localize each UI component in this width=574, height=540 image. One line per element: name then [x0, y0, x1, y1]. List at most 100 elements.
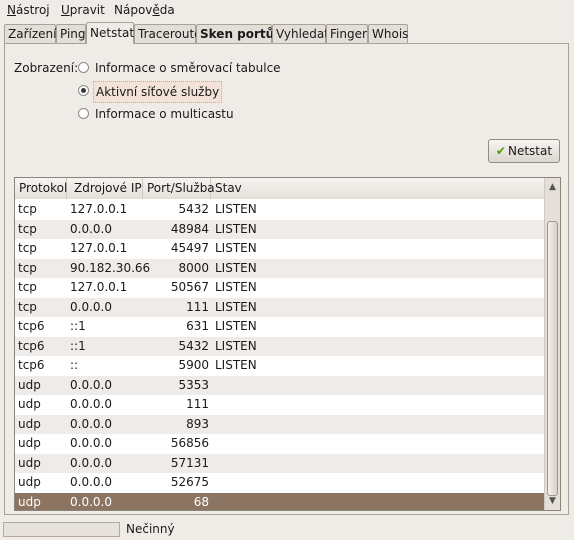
table-cell: 50567 — [170, 280, 209, 294]
progress-bar — [3, 522, 120, 537]
netstat-panel: Zobrazení: Informace o směrovací tabulce… — [4, 43, 569, 515]
table-cell: 0.0.0.0 — [70, 475, 112, 489]
table-cell: 0.0.0.0 — [70, 436, 112, 450]
table-cell: :: — [70, 358, 79, 372]
tab-zarizeni[interactable]: Zařízení — [4, 24, 56, 43]
table-cell: 5432 — [178, 202, 209, 216]
menu-nastroj[interactable]: Nástroj — [7, 3, 50, 17]
table-row[interactable]: tcp6::1 5432 LISTEN — [15, 336, 546, 356]
radio-icon[interactable] — [78, 85, 89, 96]
table-cell: tcp — [18, 280, 37, 294]
table-cell: 8000 — [178, 260, 209, 275]
table-row[interactable]: tcp 0.0.0.0 48984 LISTEN — [15, 219, 546, 239]
table-cell: udp — [18, 455, 41, 470]
check-icon: ✔ — [495, 144, 506, 158]
scroll-down-icon[interactable]: ▼ — [546, 494, 559, 508]
status-text: Nečinný — [126, 522, 175, 536]
table-row[interactable]: udp 0.0.0.0 52675 — [15, 473, 546, 492]
table-cell: 5353 — [178, 377, 209, 392]
table-cell: 893 — [186, 416, 209, 431]
col-port-sluzba[interactable]: Port/Služba — [143, 178, 215, 199]
netstat-button[interactable]: ✔ Netstat — [488, 139, 560, 163]
table-cell: LISTEN — [215, 260, 257, 275]
table-cell: LISTEN — [215, 358, 257, 372]
table-row[interactable]: udp 0.0.0.0 56856 — [15, 434, 546, 453]
tab-finger[interactable]: Finger — [326, 24, 368, 43]
table-row[interactable]: tcp6::1 631 LISTEN — [15, 317, 546, 336]
table-cell: 127.0.0.1 — [70, 202, 128, 216]
table-cell: udp — [18, 397, 41, 411]
table-cell: LISTEN — [215, 338, 257, 353]
table-row[interactable]: tcp 90.182.30.66 8000 LISTEN — [15, 258, 546, 278]
table-cell: 0.0.0.0 — [70, 221, 112, 236]
table-cell: tcp — [18, 202, 37, 216]
table-cell: 127.0.0.1 — [70, 280, 128, 294]
table-cell: tcp — [18, 260, 37, 275]
table-row[interactable]: tcp 127.0.0.1 5432 LISTEN — [15, 200, 546, 219]
table-cell: LISTEN — [215, 299, 257, 314]
table-cell: tcp6 — [18, 358, 45, 372]
table-cell: 0.0.0.0 — [70, 397, 112, 411]
table-row[interactable]: udp 0.0.0.0 68 — [15, 492, 546, 510]
col-zdrojove-ip[interactable]: Zdrojové IP — [67, 178, 143, 199]
tab-whois[interactable]: Whois — [368, 24, 408, 43]
table-cell: 631 — [186, 319, 209, 333]
table-cell: 0.0.0.0 — [70, 494, 112, 509]
table-cell: 52675 — [170, 475, 209, 489]
table-cell: 56856 — [170, 436, 209, 450]
table-cell: udp — [18, 436, 41, 450]
table-cell: ::1 — [70, 338, 86, 353]
table-row[interactable]: udp 0.0.0.0 893 — [15, 414, 546, 434]
vertical-scrollbar[interactable]: ▲ ▼ — [544, 178, 560, 510]
table-cell: 111 — [186, 397, 209, 411]
table-row[interactable]: tcp6:: 5900 LISTEN — [15, 356, 546, 375]
display-label: Zobrazení: — [14, 61, 79, 75]
col-stav[interactable]: Stav — [211, 178, 546, 199]
menu-napoveda[interactable]: Nápověda — [114, 3, 175, 17]
table-cell: LISTEN — [215, 319, 257, 333]
col-protokol[interactable]: Protokol — [15, 178, 67, 199]
tab-netstat[interactable]: Netstat — [86, 22, 134, 44]
table-cell: LISTEN — [215, 221, 257, 236]
table-cell: udp — [18, 416, 41, 431]
menubar: Nástroj Upravit Nápověda — [0, 0, 574, 21]
table-cell: tcp — [18, 241, 37, 255]
table-cell: ::1 — [70, 319, 86, 333]
radio-icon[interactable] — [78, 108, 89, 119]
netstat-table[interactable]: Protokol Zdrojové IP Port/Služba Stav tc… — [14, 177, 561, 511]
table-cell: 90.182.30.66 — [70, 260, 151, 275]
table-cell: 48984 — [170, 221, 209, 236]
table-cell: 0.0.0.0 — [70, 299, 112, 314]
table-cell: tcp — [18, 299, 37, 314]
scroll-thumb[interactable] — [547, 221, 558, 496]
table-cell: 0.0.0.0 — [70, 416, 112, 431]
table-cell: 5432 — [178, 338, 209, 353]
table-row[interactable]: tcp 127.0.0.1 45497 LISTEN — [15, 239, 546, 258]
table-cell: udp — [18, 377, 41, 392]
table-cell: 127.0.0.1 — [70, 241, 128, 255]
table-row[interactable]: udp 0.0.0.0 5353 — [15, 375, 546, 395]
tab-traceroute[interactable]: Traceroute — [134, 24, 202, 43]
table-cell: tcp — [18, 221, 37, 236]
table-row[interactable]: udp 0.0.0.0 57131 — [15, 453, 546, 473]
menu-upravit[interactable]: Upravit — [61, 3, 105, 17]
table-cell: 5900 — [178, 358, 209, 372]
table-row[interactable]: tcp 0.0.0.0 111 LISTEN — [15, 297, 546, 317]
scroll-up-icon[interactable]: ▲ — [546, 180, 559, 194]
table-cell: 0.0.0.0 — [70, 377, 112, 392]
table-row[interactable]: tcp 127.0.0.1 50567 LISTEN — [15, 278, 546, 297]
table-cell: 68 — [193, 494, 209, 509]
table-cell: udp — [18, 475, 41, 489]
tab-vyhledat[interactable]: Vyhledat — [272, 24, 329, 43]
tab-sken-portu[interactable]: Sken portů — [196, 24, 274, 43]
table-cell: tcp6 — [18, 338, 45, 353]
table-cell: LISTEN — [215, 241, 257, 255]
table-cell: 0.0.0.0 — [70, 455, 112, 470]
table-cell: 57131 — [170, 455, 209, 470]
table-row[interactable]: udp 0.0.0.0 111 — [15, 395, 546, 414]
table-cell: udp — [18, 494, 41, 509]
table-cell: 111 — [186, 299, 209, 314]
table-header: Protokol Zdrojové IP Port/Služba Stav — [15, 178, 546, 199]
tab-ping[interactable]: Ping — [56, 24, 86, 43]
radio-icon[interactable] — [78, 62, 89, 73]
